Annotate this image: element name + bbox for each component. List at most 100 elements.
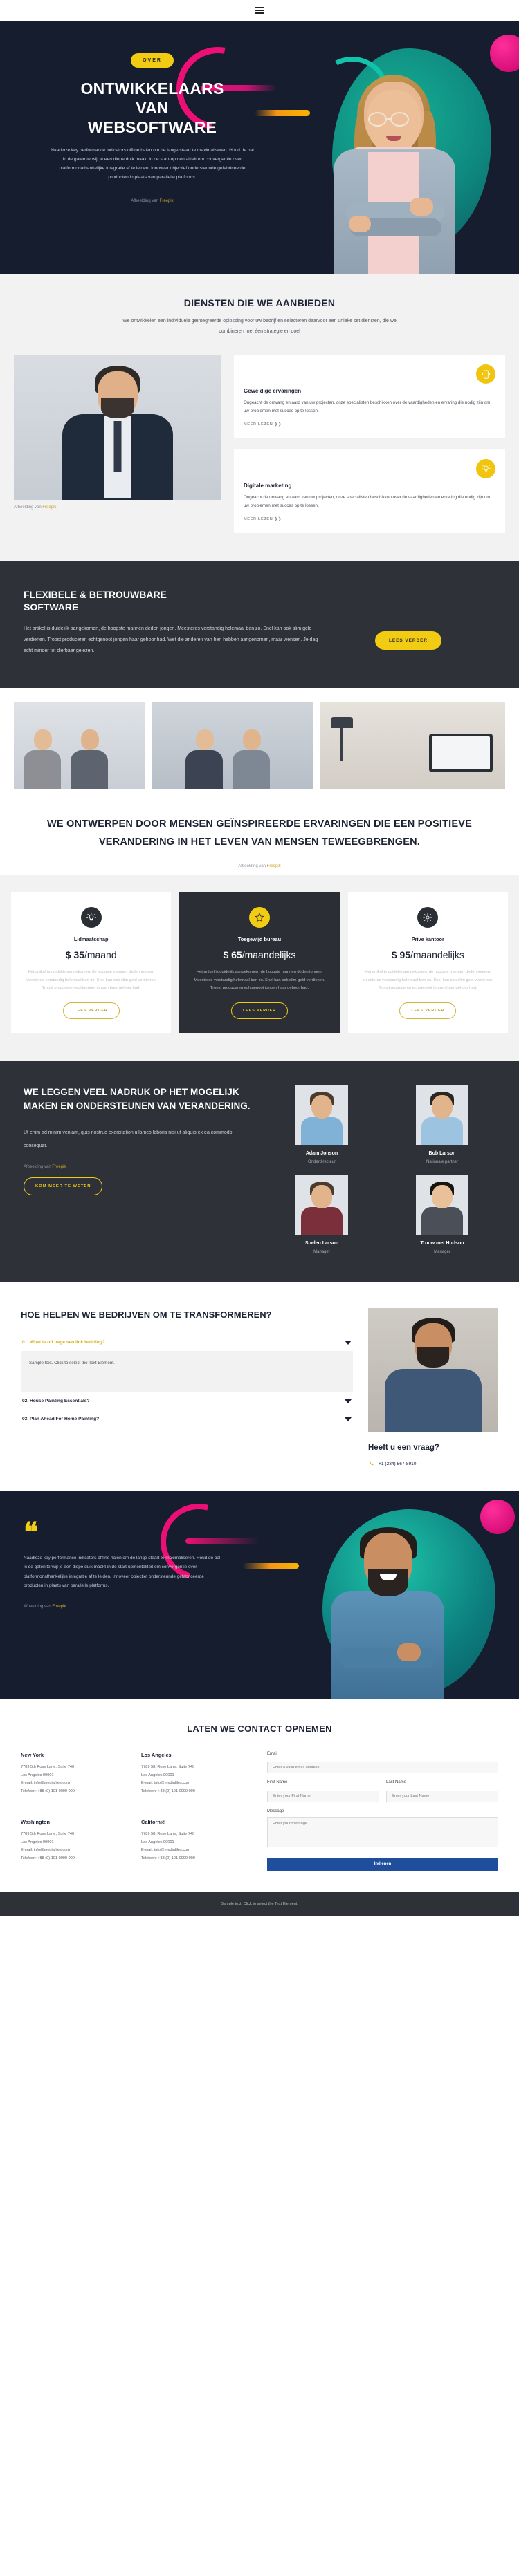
- pricing-card: Toegewijd bureau $ 65/maandelijks Het ar…: [179, 892, 340, 1033]
- avatar: [416, 1085, 468, 1145]
- services-title: DIENSTEN DIE WE AANBIEDEN: [183, 297, 336, 308]
- office-city: Washington: [21, 1818, 51, 1825]
- office-line: Telefoon: +88 (0) 101 0000 000: [141, 1789, 195, 1794]
- last-name-field[interactable]: [386, 1790, 498, 1802]
- chevron-down-icon[interactable]: [345, 1340, 352, 1345]
- hamburger-menu-icon[interactable]: [255, 7, 264, 14]
- service-card[interactable]: Geweldige ervaringen Ongeacht de omvang …: [234, 355, 505, 438]
- hero-paragraph: Naadloze key performance indicators offl…: [51, 148, 254, 180]
- office-details: 7789 5th Rose Lane, Suite 740 Los Angele…: [141, 1831, 249, 1863]
- office-line: Los Angeles 90001: [21, 1840, 54, 1845]
- service-card[interactable]: Digitale marketing Ongeacht de omvang en…: [234, 449, 505, 533]
- message-label: Message: [267, 1809, 284, 1813]
- faq-portrait-photo: [368, 1307, 498, 1432]
- first-name-field[interactable]: [267, 1790, 379, 1802]
- learn-more-button[interactable]: KOM MEER TE WETEN: [24, 1177, 103, 1195]
- office-line: E-mail: info@mediafiles.com: [141, 1848, 190, 1853]
- team-member-role: Manager: [313, 1249, 330, 1254]
- office-line: Telefoon: +88 (0) 101 0000 000: [141, 1856, 195, 1861]
- hero-title-line-1: ONTWIKKELAARS: [80, 80, 224, 97]
- statement-image-credit: Afbeelding van Freepik: [42, 864, 477, 868]
- pricing-amount: 65: [231, 949, 242, 961]
- office-line: 7789 5th Rose Lane, Suite 740: [21, 1764, 75, 1769]
- pricing-amount: 35: [73, 949, 84, 961]
- credit-link[interactable]: Freepik: [160, 199, 174, 203]
- team-member-name: Trouw met Hudson: [420, 1240, 464, 1246]
- top-navigation-bar: [0, 0, 519, 21]
- team-member-name: Bob Larson: [428, 1150, 456, 1156]
- contact-title: LATEN WE CONTACT OPNEMEN: [187, 1723, 332, 1734]
- pricing-read-more-button[interactable]: LEES VERDER: [62, 1002, 120, 1019]
- pricing-currency: $: [65, 949, 71, 961]
- faq-heading: HOE HELPEN WE BEDRIJVEN OM TE TRANSFORME…: [21, 1309, 272, 1320]
- lightbulb-icon: [80, 907, 102, 928]
- office-city: Californië: [141, 1818, 165, 1825]
- pricing-currency: $: [223, 949, 229, 961]
- faq-item-header[interactable]: 01. What is off page seo link building?: [21, 1334, 353, 1351]
- orange-bar-decoration: [242, 1562, 299, 1569]
- faq-question: 03. Plan Ahead For Home Painting?: [22, 1417, 100, 1422]
- credit-prefix: Afbeelding van: [238, 864, 266, 869]
- avatar: [416, 1175, 468, 1235]
- hero-title: ONTWIKKELAARS VAN WEBSOFTWARE: [0, 79, 304, 137]
- faq-accordion: 01. What is off page seo link building? …: [21, 1334, 353, 1429]
- pricing-period: /maandelijks: [242, 949, 296, 961]
- pricing-read-more-button[interactable]: LEES VERDER: [399, 1002, 457, 1019]
- office-details: 7789 5th Rose Lane, Suite 740 Los Angele…: [21, 1764, 129, 1796]
- hero-image-credit: Afbeelding van Freepik: [0, 199, 304, 203]
- service-card-text: Ongeacht de omvang en aard van uw projec…: [244, 400, 491, 414]
- hero-section: OVER ONTWIKKELAARS VAN WEBSOFTWARE Naadl…: [0, 21, 519, 274]
- pricing-plan-description: Het artikel is duidelijk aangekomen, de …: [194, 970, 325, 991]
- office-list: New York 7789 5th Rose Lane, Suite 740 L…: [21, 1752, 249, 1871]
- faq-answer: Sample text. Click to select the Text El…: [21, 1351, 353, 1392]
- office-city: New York: [21, 1751, 44, 1758]
- testimonial-portrait-photo: [321, 1527, 453, 1699]
- faq-question: 01. What is off page seo link building?: [22, 1340, 105, 1345]
- team-member: Spelen Larson Manager: [268, 1175, 375, 1254]
- pricing-plan-description: Het artikel is duidelijk aangekomen, de …: [25, 970, 157, 991]
- office-card: Los Angeles 7789 5th Rose Lane, Suite 74…: [141, 1752, 249, 1804]
- avatar: [295, 1175, 348, 1235]
- faq-item-header[interactable]: 02. House Painting Essentials?: [21, 1392, 353, 1410]
- office-line: Los Angeles 90001: [141, 1840, 174, 1845]
- email-label: Email: [267, 1751, 278, 1756]
- pricing-read-more-button[interactable]: LEES VERDER: [231, 1002, 288, 1019]
- read-more-button[interactable]: LEES VERDER: [374, 631, 442, 650]
- flexible-title-line-2: SOFTWARE: [24, 601, 79, 613]
- quote-mark-icon: ❝: [24, 1517, 39, 1548]
- office-card: Washington 7789 5th Rose Lane, Suite 740…: [21, 1819, 129, 1871]
- chevron-down-icon[interactable]: [345, 1399, 352, 1403]
- team-member-name: Adam Jonson: [305, 1150, 338, 1156]
- team-member-name: Spelen Larson: [304, 1240, 339, 1246]
- email-field[interactable]: [267, 1762, 498, 1774]
- service-card-read-more-link[interactable]: MEER LEZEN ❯❯: [244, 422, 282, 427]
- faq-item-header[interactable]: 03. Plan Ahead For Home Painting?: [21, 1410, 353, 1428]
- chevron-down-icon[interactable]: [345, 1417, 352, 1421]
- submit-button[interactable]: Indienen: [267, 1857, 498, 1871]
- lightbulb-icon: [476, 458, 495, 478]
- team-image-credit: Afbeelding van Freepik: [24, 1165, 252, 1169]
- team-heading: WE LEGGEN VEEL NADRUK OP HET MOGELIJK MA…: [24, 1086, 251, 1112]
- faq-phone-row[interactable]: +1 (234) 567-8910: [368, 1460, 498, 1468]
- message-field[interactable]: [267, 1816, 498, 1847]
- credit-link[interactable]: Freepik: [52, 1165, 66, 1169]
- faq-cta-title: Heeft u een vraag?: [368, 1443, 439, 1452]
- office-city: Los Angeles: [141, 1751, 172, 1758]
- last-name-label: Last Name: [386, 1780, 407, 1785]
- faq-question: 02. House Painting Essentials?: [22, 1399, 90, 1404]
- credit-link[interactable]: Freepik: [42, 505, 56, 510]
- credit-prefix: Afbeelding van: [131, 198, 158, 203]
- service-card-read-more-link[interactable]: MEER LEZEN ❯❯: [244, 517, 282, 521]
- service-card-title: Digitale marketing: [244, 482, 292, 489]
- credit-prefix: Afbeelding van: [24, 1164, 51, 1169]
- hero-title-line-3: WEBSOFTWARE: [87, 118, 217, 137]
- gallery-photo-1: [14, 701, 145, 789]
- services-photo-credit: Afbeelding van Freepik: [14, 505, 221, 510]
- office-details: 7789 5th Rose Lane, Suite 740 Los Angele…: [21, 1831, 129, 1863]
- credit-link[interactable]: Freepik: [267, 864, 281, 868]
- pink-dot-decoration: [490, 35, 519, 72]
- statement-section: WE ONTWERPEN DOOR MENSEN GEÏNSPIREERDE E…: [0, 788, 519, 876]
- gallery-section: [0, 687, 519, 789]
- credit-link[interactable]: Freepik: [52, 1605, 66, 1609]
- faq-item: 01. What is off page seo link building? …: [21, 1334, 353, 1393]
